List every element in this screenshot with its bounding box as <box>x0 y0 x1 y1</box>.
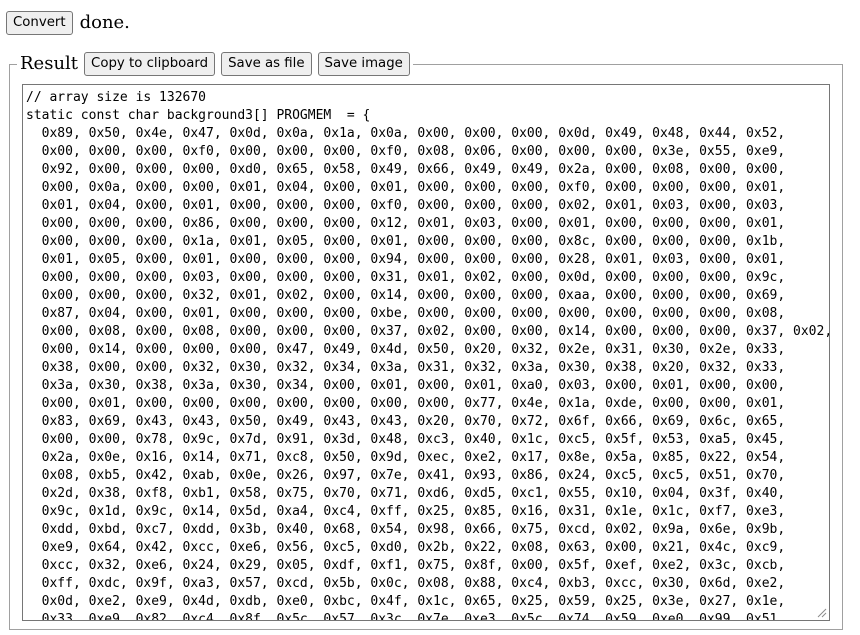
save-as-file-button[interactable]: Save as file <box>221 52 312 76</box>
convert-button[interactable]: Convert <box>6 11 73 35</box>
save-image-button[interactable]: Save image <box>317 52 410 76</box>
result-legend: Result Copy to clipboard Save as file Sa… <box>17 52 413 76</box>
status-text: done. <box>79 12 130 33</box>
copy-to-clipboard-button[interactable]: Copy to clipboard <box>84 52 216 76</box>
result-legend-label: Result <box>20 53 79 74</box>
resize-handle-icon[interactable] <box>817 608 827 618</box>
output-text: // array size is 132670 static const cha… <box>26 90 830 621</box>
output-textarea[interactable]: // array size is 132670 static const cha… <box>22 84 830 621</box>
top-toolbar: Convert done. <box>6 11 130 35</box>
